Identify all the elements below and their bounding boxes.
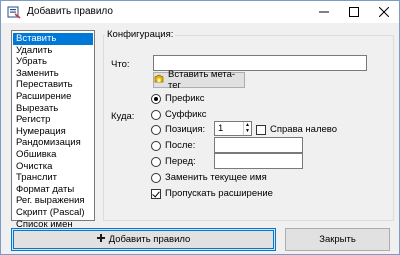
before-input[interactable] — [214, 153, 303, 169]
right-to-left-checkbox[interactable]: Справа налево — [256, 124, 337, 135]
prefix-radio-circle — [151, 93, 161, 104]
add-icon — [96, 234, 105, 245]
skip-extension-check — [151, 188, 161, 199]
list-item[interactable]: Очистка — [13, 161, 93, 173]
add-rule-button[interactable]: Добавить правило — [11, 228, 276, 251]
meta-tag-icon — [154, 74, 164, 87]
app-icon — [7, 5, 21, 19]
list-item[interactable]: Расширение — [13, 91, 93, 103]
close-icon — [379, 7, 389, 17]
after-input[interactable] — [214, 137, 303, 153]
list-item[interactable]: Обшивка — [13, 149, 93, 161]
configuration-label: Конфигурация: — [105, 29, 176, 40]
list-item[interactable]: Транслит — [13, 172, 93, 184]
before-radio-circle — [151, 156, 161, 167]
suffix-radio[interactable]: Суффикс — [151, 109, 206, 120]
what-label: Что: — [111, 59, 130, 70]
add-rule-dialog: Добавить правило Вставить Удалить Убрать За… — [0, 0, 400, 255]
list-item[interactable]: Вставить — [13, 33, 93, 45]
after-radio-circle — [151, 140, 161, 151]
list-item[interactable]: Рандомизация — [13, 137, 93, 149]
before-radio[interactable]: Перед: — [151, 156, 196, 167]
right-to-left-check — [256, 124, 266, 135]
window-title: Добавить правило — [27, 6, 113, 17]
close-window-button[interactable] — [369, 1, 399, 23]
title-bar: Добавить правило — [1, 1, 399, 23]
list-item[interactable]: Заменить — [13, 68, 93, 80]
list-item[interactable]: Убрать — [13, 56, 93, 68]
list-item[interactable]: Регистр — [13, 114, 93, 126]
list-item[interactable]: Скрипт (Pascal) — [13, 207, 93, 219]
list-item[interactable]: Рег. выражения — [13, 195, 93, 207]
spin-down-icon[interactable]: ▼ — [244, 129, 251, 136]
minimize-icon — [319, 7, 329, 17]
prefix-radio[interactable]: Префикс — [151, 93, 205, 104]
position-radio[interactable]: Позиция: — [151, 124, 205, 135]
close-button[interactable]: Закрыть — [285, 228, 390, 251]
position-spinner[interactable]: 1 ▲ ▼ — [214, 121, 252, 136]
list-item[interactable]: Переставить — [13, 79, 93, 91]
maximize-button[interactable] — [339, 1, 369, 23]
list-item[interactable]: Формат даты — [13, 184, 93, 196]
skip-extension-checkbox[interactable]: Пропускать расширение — [151, 188, 273, 199]
replace-name-radio-circle — [151, 172, 161, 183]
after-radio[interactable]: После: — [151, 140, 195, 151]
position-radio-circle — [151, 124, 161, 135]
list-item[interactable]: Вырезать — [13, 103, 93, 115]
suffix-radio-circle — [151, 109, 161, 120]
list-item[interactable]: Удалить — [13, 45, 93, 57]
where-label: Куда: — [111, 111, 135, 122]
replace-name-radio[interactable]: Заменить текущее имя — [151, 172, 267, 183]
maximize-icon — [349, 7, 359, 17]
list-item[interactable]: Нумерация — [13, 126, 93, 138]
rule-type-list[interactable]: Вставить Удалить Убрать Заменить Переставить… — [11, 30, 95, 230]
minimize-button[interactable] — [309, 1, 339, 23]
insert-meta-tag-button[interactable]: Вставить мета-тег — [153, 69, 245, 91]
